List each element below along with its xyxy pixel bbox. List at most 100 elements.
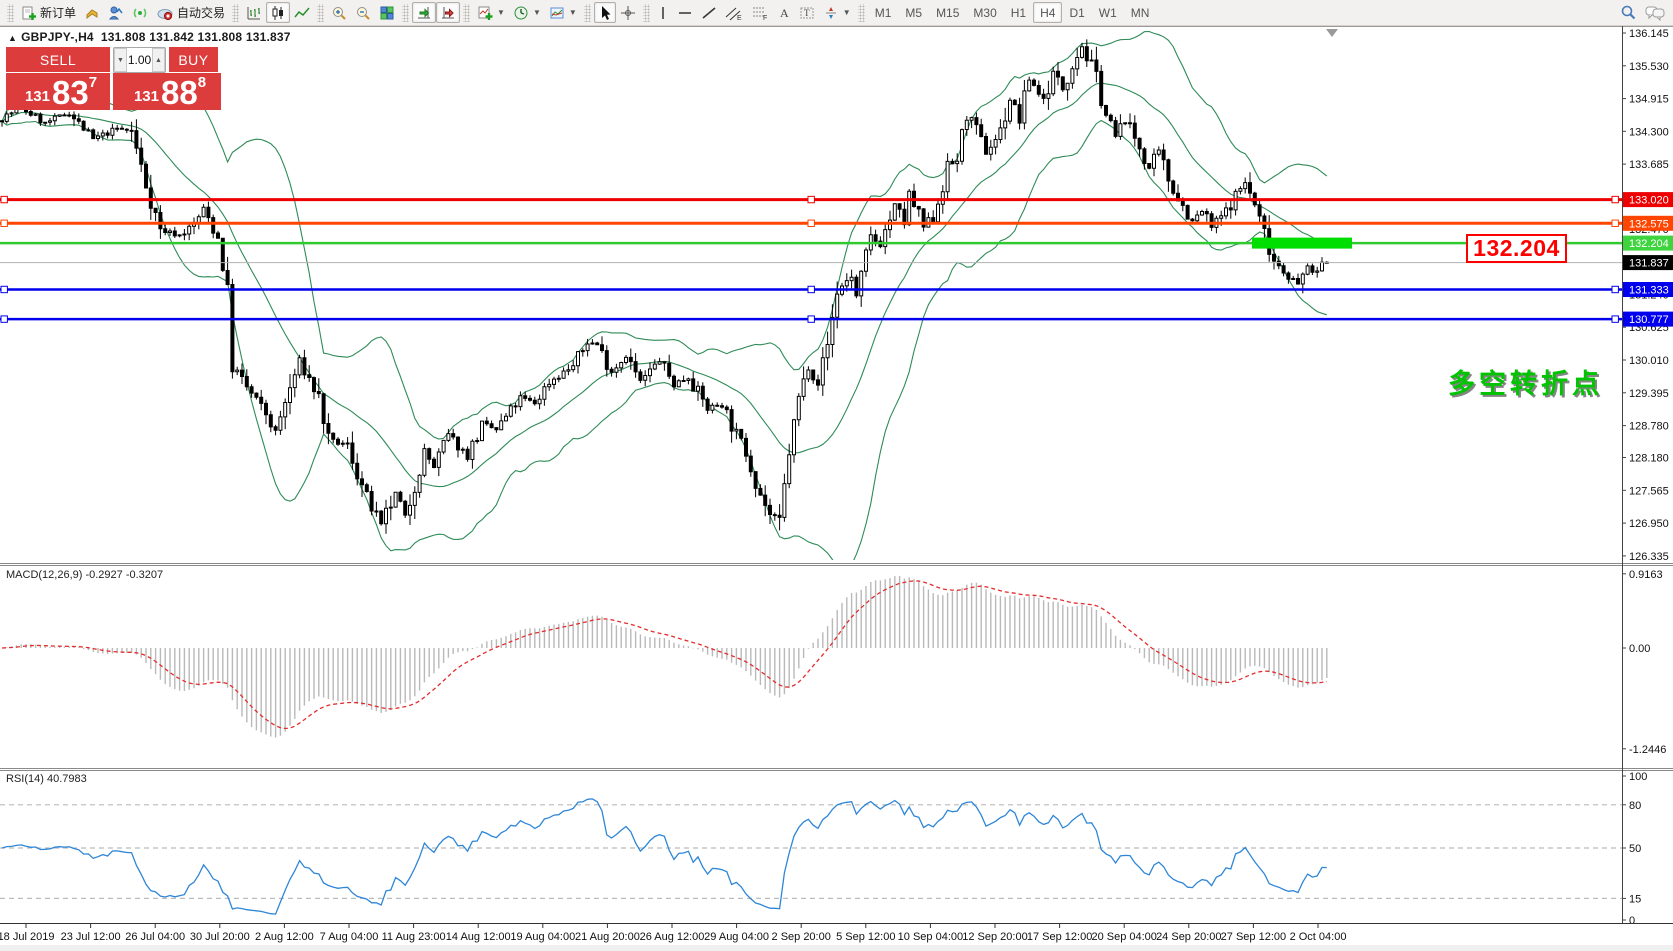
timeframe-button-m5[interactable]: M5 [898, 2, 929, 23]
chart-type-candles-button[interactable] [266, 2, 290, 23]
timeframe-button-h1[interactable]: H1 [1004, 2, 1033, 23]
svg-text:A: A [780, 6, 789, 20]
volume-increase-button[interactable]: ▲ [152, 48, 165, 72]
svg-text:12 Sep 20:00: 12 Sep 20:00 [962, 931, 1027, 943]
svg-text:2 Oct 04:00: 2 Oct 04:00 [1290, 931, 1347, 943]
sell-button[interactable]: SELL [6, 47, 110, 73]
timeframe-group: M1M5M15M30H1H4D1W1MN [868, 2, 1157, 23]
hline-handle[interactable] [1, 286, 7, 292]
toolbar-grip[interactable] [858, 4, 865, 22]
autoscroll-icon [416, 5, 432, 21]
volume-input[interactable] [127, 48, 152, 72]
toolbar-grip[interactable] [402, 4, 409, 22]
buy-price-sup: 8 [198, 74, 206, 91]
macd-label: MACD(12,26,9) -0.2927 -0.3207 [6, 569, 163, 581]
price-annotation-label: 132.204 [1466, 234, 1567, 263]
hline-handle[interactable] [1612, 316, 1618, 322]
sell-price[interactable]: 131 83 7 [6, 73, 110, 110]
svg-text:26 Jul 04:00: 26 Jul 04:00 [125, 931, 185, 943]
indicators-button[interactable]: ▼ [473, 2, 509, 23]
fibonacci-button[interactable]: F [747, 2, 773, 23]
zoom-out-button[interactable] [351, 2, 375, 23]
svg-text:5 Sep 12:00: 5 Sep 12:00 [836, 931, 895, 943]
autoscroll-button[interactable] [412, 2, 436, 23]
tile-windows-icon [379, 5, 395, 21]
community-icon [108, 5, 124, 21]
new-order-label: 新订单 [40, 4, 76, 21]
text-button[interactable]: A [773, 2, 795, 23]
periods-button[interactable]: ▼ [509, 2, 545, 23]
timeframe-button-d1[interactable]: D1 [1062, 2, 1091, 23]
svg-text:7 Aug 04:00: 7 Aug 04:00 [320, 931, 379, 943]
buy-button[interactable]: BUY [169, 47, 218, 73]
svg-text:26 Aug 12:00: 26 Aug 12:00 [640, 931, 705, 943]
signals-button[interactable] [128, 2, 152, 23]
toolbar-grip[interactable] [463, 4, 470, 22]
toolbar-grip[interactable] [232, 4, 239, 22]
svg-text:133.020: 133.020 [1629, 195, 1669, 207]
templates-button[interactable]: ▼ [545, 2, 581, 23]
market-icon [84, 5, 100, 21]
svg-text:T: T [804, 8, 810, 18]
collapse-arrow-icon[interactable]: ▲ [8, 33, 17, 43]
volume-decrease-button[interactable]: ▼ [114, 48, 127, 72]
hline-handle[interactable] [1612, 196, 1618, 202]
trendline-button[interactable] [697, 2, 721, 23]
autotrade-button[interactable]: 自动交易 [152, 2, 229, 23]
toolbar-grip[interactable] [643, 4, 650, 22]
chat-button[interactable] [1641, 2, 1669, 23]
hline-handle[interactable] [1, 196, 7, 202]
crosshair-button[interactable] [616, 2, 640, 23]
hline-handle[interactable] [808, 220, 814, 226]
timeframe-button-w1[interactable]: W1 [1092, 2, 1124, 23]
toolbar-grip[interactable] [317, 4, 324, 22]
hline-handle[interactable] [1612, 286, 1618, 292]
timeframe-button-h4[interactable]: H4 [1033, 2, 1062, 23]
toolbar-grip[interactable] [7, 4, 14, 22]
timeframe-button-m1[interactable]: M1 [868, 2, 899, 23]
svg-text:15: 15 [1629, 893, 1641, 905]
price-chart-svg[interactable]: MACD(12,26,9) -0.2927 -0.3207RSI(14) 40.… [0, 26, 1673, 951]
cursor-button[interactable] [594, 2, 616, 23]
buy-price[interactable]: 131 88 8 [113, 73, 221, 110]
sell-price-sup: 7 [89, 74, 97, 91]
svg-text:17 Sep 12:00: 17 Sep 12:00 [1027, 931, 1092, 943]
hline-handle[interactable] [808, 196, 814, 202]
community-button[interactable] [104, 2, 128, 23]
hline-handle[interactable] [808, 316, 814, 322]
arrows-button[interactable]: ▼ [819, 2, 855, 23]
hline-handle[interactable] [1612, 220, 1618, 226]
market-button[interactable] [80, 2, 104, 23]
horizontal-line-button[interactable] [673, 2, 697, 23]
autotrade-icon [156, 5, 174, 21]
timeframe-button-m30[interactable]: M30 [966, 2, 1003, 23]
chart-type-line-button[interactable] [290, 2, 314, 23]
vertical-line-button[interactable] [653, 2, 673, 23]
chart-type-bars-button[interactable] [242, 2, 266, 23]
channel-button[interactable]: E [721, 2, 747, 23]
svg-text:2 Sep 20:00: 2 Sep 20:00 [772, 931, 831, 943]
svg-text:19 Aug 04:00: 19 Aug 04:00 [510, 931, 575, 943]
highlight-box [1252, 238, 1352, 249]
svg-text:21 Aug 20:00: 21 Aug 20:00 [575, 931, 640, 943]
timeframe-button-mn[interactable]: MN [1124, 2, 1157, 23]
tile-windows-button[interactable] [375, 2, 399, 23]
text-label-button[interactable]: T [795, 2, 819, 23]
hline-handle[interactable] [808, 286, 814, 292]
svg-text:126.950: 126.950 [1629, 518, 1669, 530]
svg-text:10 Sep 04:00: 10 Sep 04:00 [898, 931, 963, 943]
hline-handle[interactable] [1, 220, 7, 226]
line-chart-icon [294, 5, 310, 21]
search-button[interactable] [1616, 2, 1641, 23]
toolbar-grip[interactable] [584, 4, 591, 22]
svg-text:2 Aug 12:00: 2 Aug 12:00 [255, 931, 314, 943]
chart-shift-button[interactable] [436, 2, 460, 23]
zoom-in-button[interactable] [327, 2, 351, 23]
zoom-in-icon [331, 5, 347, 21]
hline-handle[interactable] [1, 316, 7, 322]
one-click-trading-panel: SELL ▼ ▲ BUY 131 83 7 131 88 8 [6, 47, 221, 110]
new-order-button[interactable]: 新订单 [17, 2, 80, 23]
timeframe-button-m15[interactable]: M15 [929, 2, 966, 23]
buy-price-big: 88 [161, 78, 198, 108]
price-badge-130.777: 130.777 [1623, 312, 1673, 327]
